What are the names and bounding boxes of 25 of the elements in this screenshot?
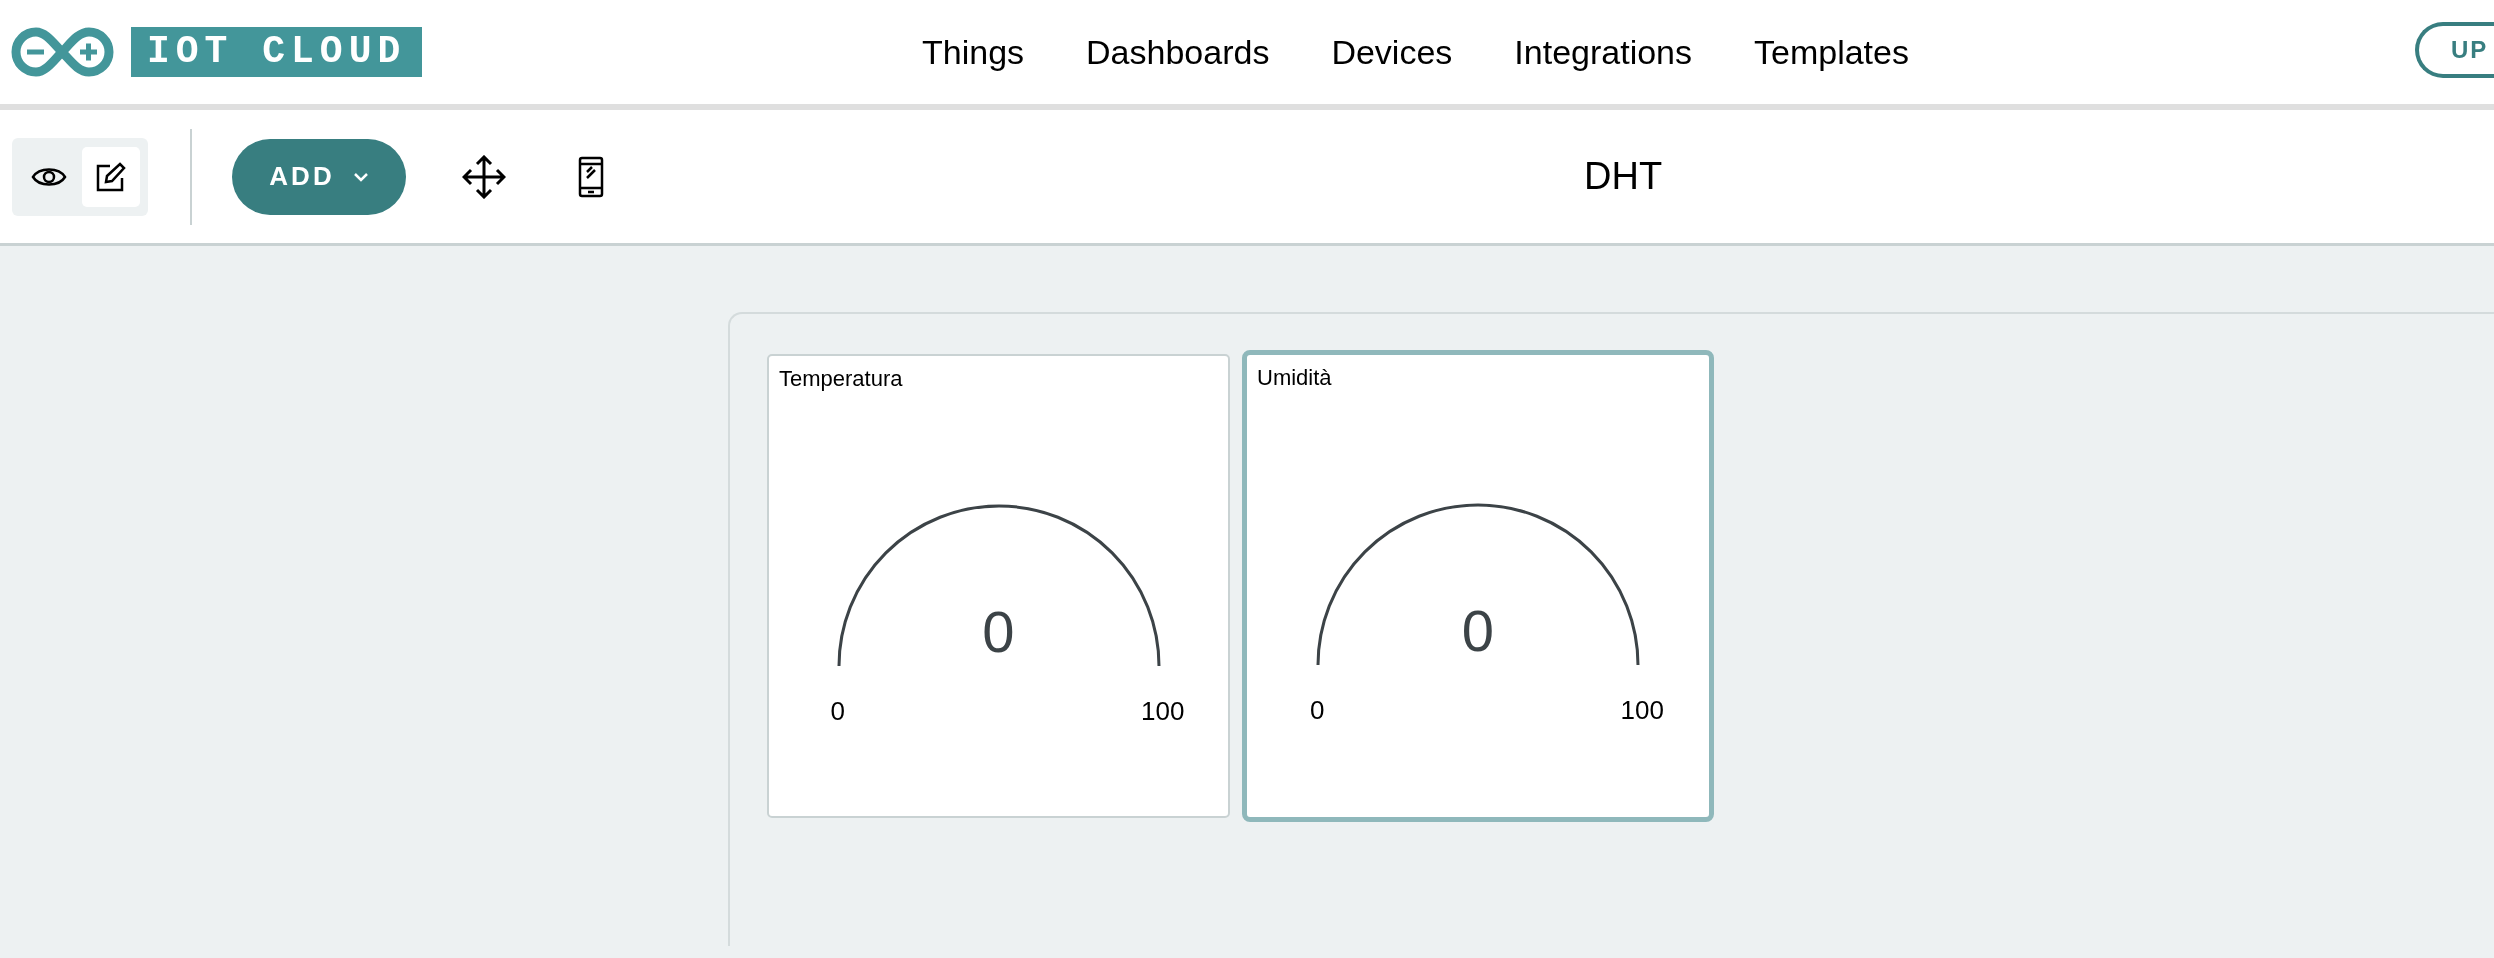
edit-icon <box>96 161 126 192</box>
gauge-widget[interactable]: Temperatura 0 0 100 <box>767 354 1230 818</box>
nav-link[interactable]: Integrations <box>1514 26 1692 78</box>
widget-title: Temperatura <box>779 365 903 393</box>
edit-mode-button[interactable] <box>82 146 140 207</box>
gauge-value: 0 <box>1460 599 1496 663</box>
gauge-widget[interactable]: Umidità 0 0 100 <box>1242 350 1714 822</box>
gauge-value: 0 <box>981 600 1016 664</box>
nav-link[interactable]: Dashboards <box>1086 26 1270 78</box>
dashboard-title: DHT <box>1584 154 1663 199</box>
move-icon[interactable] <box>462 154 506 199</box>
logo-text: IOT CLOUD <box>131 27 423 77</box>
chevron-down-icon <box>352 171 369 182</box>
gauge-min-label: 0 <box>830 695 845 728</box>
gauge-min-label: 0 <box>1310 694 1325 727</box>
gauge-max-label: 100 <box>1620 694 1664 727</box>
logo-icon <box>10 26 115 78</box>
widget-title: Umidità <box>1257 364 1332 392</box>
nav-link[interactable]: Templates <box>1754 26 1909 78</box>
nav-link[interactable]: Devices <box>1331 26 1453 78</box>
upgrade-button[interactable]: UP <box>2415 22 2494 78</box>
phone-icon[interactable] <box>578 155 604 198</box>
gauge-max-label: 100 <box>1141 695 1185 728</box>
nav-link[interactable]: Things <box>922 26 1025 78</box>
add-button[interactable]: ADD <box>232 138 406 215</box>
